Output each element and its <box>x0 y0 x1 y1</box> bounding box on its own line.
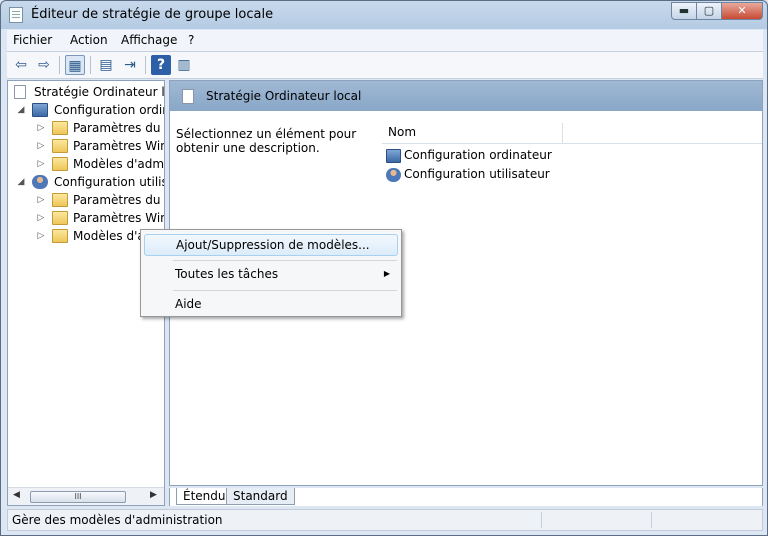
users-icon <box>386 168 401 182</box>
back-arrow-icon: ⇦ <box>15 57 27 73</box>
column-divider[interactable] <box>562 123 563 143</box>
column-header-nom[interactable]: Nom <box>382 123 762 144</box>
folder-icon <box>52 193 68 207</box>
folder-icon <box>52 139 68 153</box>
policy-editor-icon <box>9 7 23 23</box>
tab-standard[interactable]: Standard <box>226 488 295 505</box>
view-tabs: Étendu Standard <box>169 488 763 506</box>
toolbar-separator <box>59 56 60 74</box>
back-button[interactable]: ⇦ <box>11 55 31 75</box>
maximize-button[interactable]: ▢ <box>696 2 722 20</box>
menu-item-help[interactable]: Aide <box>144 294 398 316</box>
minimize-button[interactable]: ▬ <box>671 2 697 20</box>
submenu-arrow-icon: ▶ <box>383 269 390 278</box>
description-text: Sélectionnez un élément pour obtenir une… <box>176 127 357 155</box>
status-text: Gère des modèles d'administration <box>12 513 223 527</box>
policy-document-icon <box>14 85 26 99</box>
folder-icon <box>52 229 68 243</box>
menu-bar: Fichier Action Affichage ? <box>7 30 763 52</box>
properties-button[interactable]: ▤ <box>96 55 116 75</box>
scroll-left-icon[interactable]: ◀ <box>13 490 20 500</box>
status-separator <box>651 512 652 528</box>
tab-etendu[interactable]: Étendu <box>176 488 233 505</box>
show-hide-action-pane-button[interactable]: ▥ <box>174 55 194 75</box>
folder-icon <box>52 211 68 225</box>
close-button[interactable]: ✕ <box>721 2 763 20</box>
menu-affichage[interactable]: Affichage <box>121 33 177 47</box>
menu-help[interactable]: ? <box>188 33 194 47</box>
toolbar-separator <box>90 56 91 74</box>
status-bar: Gère des modèles d'administration <box>7 509 763 531</box>
toolbar-separator <box>145 56 146 74</box>
scrollbar-thumb[interactable]: III <box>30 491 126 503</box>
status-separator <box>541 512 542 528</box>
collapsed-arrow-icon[interactable]: ▷ <box>36 191 46 209</box>
menu-item-add-remove-templates[interactable]: Ajout/Suppression de modèles... <box>144 234 398 256</box>
export-icon: ⇥ <box>124 57 136 73</box>
expanded-arrow-icon[interactable]: ◢ <box>16 101 26 119</box>
action-pane-icon: ▥ <box>177 57 191 73</box>
details-title: Stratégie Ordinateur local <box>206 89 362 103</box>
tree-horizontal-scrollbar[interactable]: ◀ III ▶ <box>8 487 164 505</box>
computer-icon <box>32 103 48 117</box>
help-icon: ? <box>156 57 166 73</box>
menu-item-all-tasks[interactable]: Toutes les tâches ▶ <box>144 264 398 286</box>
collapsed-arrow-icon[interactable]: ▷ <box>36 137 46 155</box>
console-tree-icon: ▦ <box>68 58 82 74</box>
folder-icon <box>52 157 68 171</box>
folder-icon <box>52 121 68 135</box>
users-icon <box>32 175 48 189</box>
menu-action[interactable]: Action <box>70 33 108 47</box>
scroll-right-icon[interactable]: ▶ <box>150 490 157 500</box>
menu-separator <box>173 290 397 291</box>
title-bar[interactable]: Éditeur de stratégie de groupe locale ▬ … <box>1 1 767 29</box>
help-button[interactable]: ? <box>151 55 171 75</box>
collapsed-arrow-icon[interactable]: ▷ <box>36 227 46 245</box>
forward-button[interactable]: ⇨ <box>34 55 54 75</box>
properties-icon: ▤ <box>99 57 113 73</box>
window-title: Éditeur de stratégie de groupe locale <box>31 7 274 22</box>
export-list-button[interactable]: ⇥ <box>120 55 140 75</box>
collapsed-arrow-icon[interactable]: ▷ <box>36 209 46 227</box>
menu-fichier[interactable]: Fichier <box>13 33 52 47</box>
collapsed-arrow-icon[interactable]: ▷ <box>36 119 46 137</box>
expanded-arrow-icon[interactable]: ◢ <box>16 173 26 191</box>
forward-arrow-icon: ⇨ <box>38 57 50 73</box>
context-menu: Ajout/Suppression de modèles... Toutes l… <box>140 229 402 317</box>
details-header: Stratégie Ordinateur local <box>170 81 762 111</box>
collapsed-arrow-icon[interactable]: ▷ <box>36 155 46 173</box>
computer-icon <box>386 149 401 163</box>
show-hide-tree-button[interactable]: ▦ <box>65 55 85 75</box>
policy-document-icon <box>182 89 194 104</box>
menu-separator <box>173 260 397 261</box>
toolbar: ⇦ ⇨ ▦ ▤ ⇥ ? ▥ <box>7 52 763 79</box>
